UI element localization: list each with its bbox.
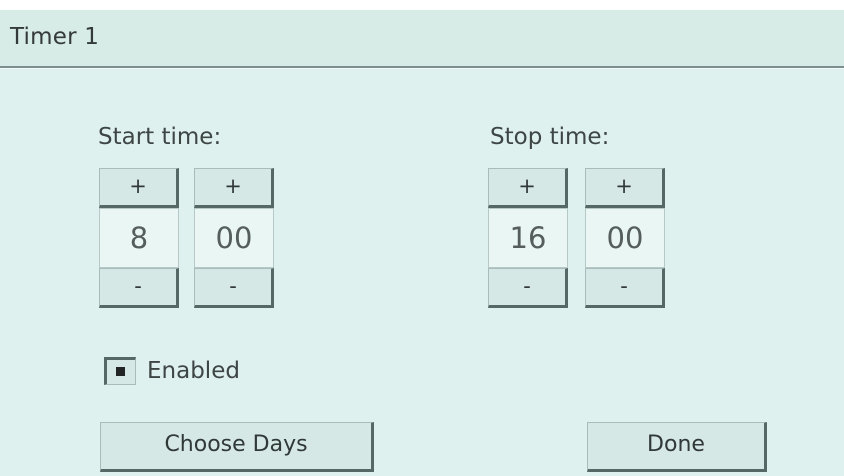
choose-days-button[interactable]: Choose Days xyxy=(100,422,374,472)
start-hour-decrement-button[interactable]: - xyxy=(99,268,179,308)
stop-time-label: Stop time: xyxy=(490,124,610,150)
title-bar: Timer 1 xyxy=(0,10,844,68)
stop-hour-increment-button[interactable]: + xyxy=(488,168,568,208)
start-time-label: Start time: xyxy=(98,124,222,150)
checkbox-check-mark xyxy=(116,367,125,376)
stop-minute-value: 00 xyxy=(585,208,665,268)
start-minute-value: 00 xyxy=(194,208,274,268)
enabled-label[interactable]: Enabled xyxy=(147,358,240,384)
stop-hour-decrement-button[interactable]: - xyxy=(488,268,568,308)
start-minute-decrement-button[interactable]: - xyxy=(194,268,274,308)
start-hour-value: 8 xyxy=(99,208,179,268)
start-hour-increment-button[interactable]: + xyxy=(99,168,179,208)
stop-minute-decrement-button[interactable]: - xyxy=(585,268,665,308)
stop-minute-increment-button[interactable]: + xyxy=(585,168,665,208)
enabled-checkbox[interactable] xyxy=(104,357,136,385)
done-button[interactable]: Done xyxy=(587,422,767,472)
start-minute-increment-button[interactable]: + xyxy=(194,168,274,208)
timer-screen: Timer 1 Start time: + 8 - + 00 - Stop ti… xyxy=(0,10,844,476)
window-title: Timer 1 xyxy=(10,24,100,50)
stop-hour-value: 16 xyxy=(488,208,568,268)
